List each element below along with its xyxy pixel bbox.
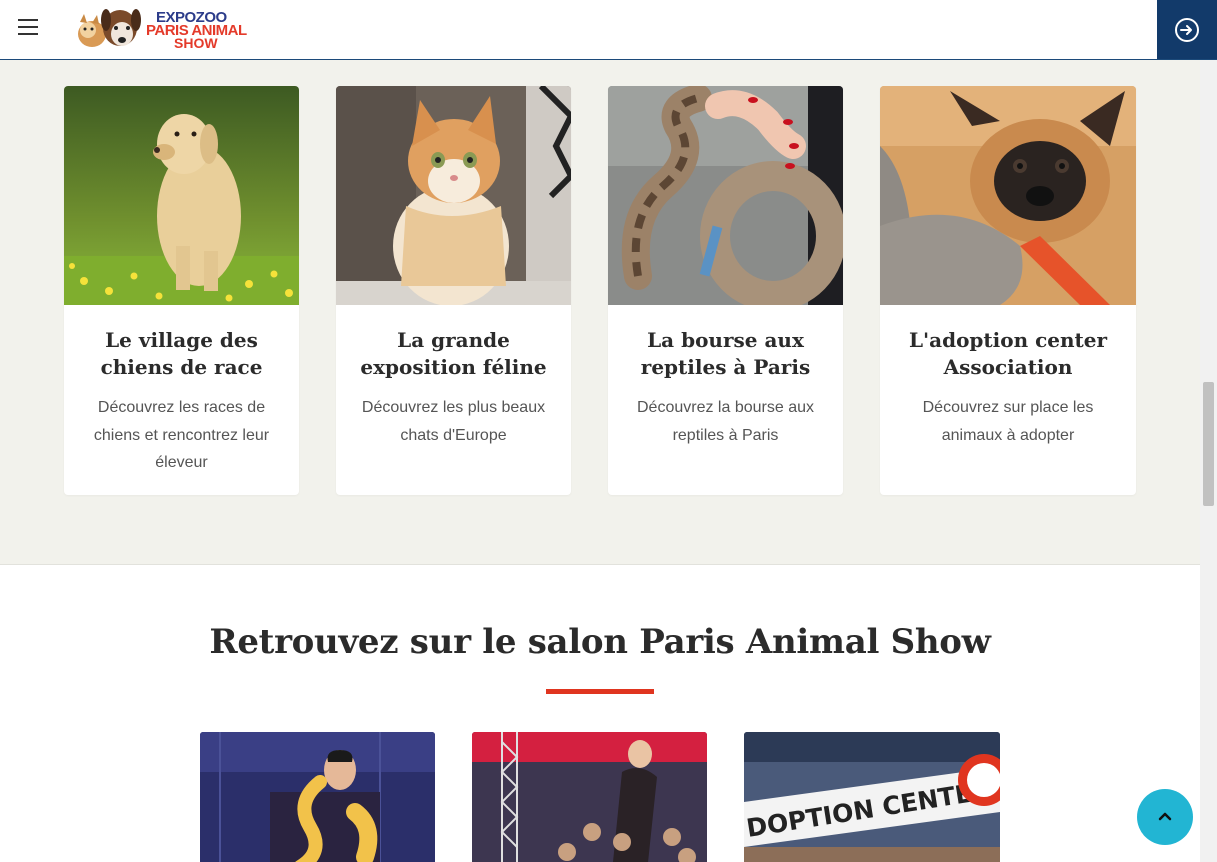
scroll-to-top-button[interactable] [1137, 789, 1193, 845]
card-description: Découvrez les races de chiens et rencont… [93, 399, 270, 471]
card-adoption-center[interactable]: L'adoption center Association Découvrez … [880, 86, 1136, 495]
logo-pets-image [78, 9, 141, 47]
chevron-up-icon [1158, 812, 1172, 821]
page-scrollbar[interactable] [1200, 60, 1217, 862]
card-feline-exhibition[interactable]: La grande exposition féline Découvrez le… [336, 86, 571, 495]
labrador-puppy-photo [64, 86, 299, 305]
scrollbar-thumb[interactable] [1203, 382, 1214, 506]
adoption-center-photo[interactable]: DOPTION CENTER [744, 732, 1000, 862]
card-description: Découvrez sur place les animaux à adopte… [922, 399, 1094, 444]
logo-text-show: SHOW [174, 35, 218, 51]
site-header: EXPOZOO PARIS ANIMAL SHOW [0, 0, 1217, 60]
title-underline [546, 689, 654, 694]
card-title: Le village des chiens de race [100, 328, 263, 379]
login-button[interactable] [1157, 0, 1217, 59]
expozoo-logo[interactable]: EXPOZOO PARIS ANIMAL SHOW [70, 4, 255, 54]
features-section: Le village des chiens de race Découvrez … [0, 60, 1200, 565]
card-title: La bourse aux reptiles à Paris [640, 328, 811, 379]
card-description: Découvrez les plus beaux chats d'Europe [361, 399, 546, 444]
pug-puppy-photo [880, 86, 1136, 305]
card-description: Découvrez la bourse aux reptiles à Paris [637, 399, 814, 444]
card-reptile-fair[interactable]: La bourse aux reptiles à Paris Découvrez… [608, 86, 843, 495]
sign-in-icon [1175, 17, 1199, 42]
section-title: Retrouvez sur le salon Paris Animal Show [209, 622, 991, 662]
card-title: L'adoption center Association [908, 328, 1108, 379]
card-dog-village[interactable]: Le village des chiens de race Découvrez … [64, 86, 299, 495]
python-snake-photo [608, 86, 843, 305]
snake-show-photo[interactable] [200, 732, 435, 862]
ginger-cat-photo [336, 86, 571, 305]
hamburger-menu-icon[interactable] [18, 19, 42, 41]
card-title: La grande exposition féline [360, 328, 547, 379]
dog-show-photo[interactable] [472, 732, 707, 862]
